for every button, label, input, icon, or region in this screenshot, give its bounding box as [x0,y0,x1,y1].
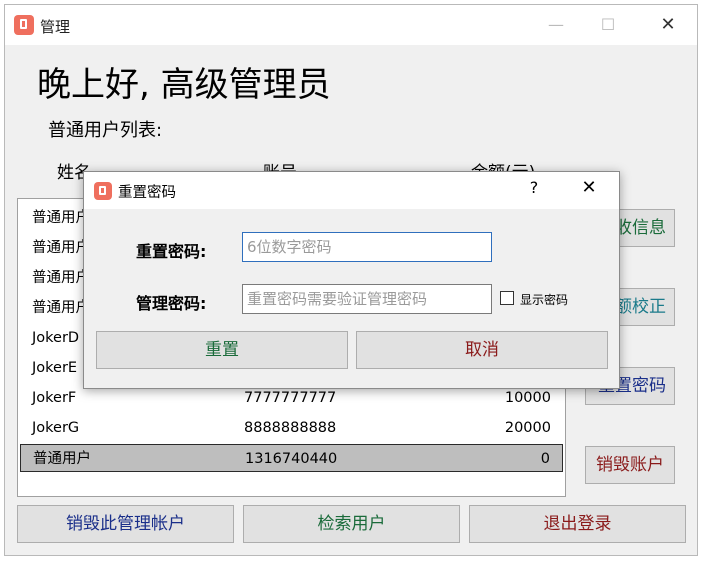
row-name: JokerD [32,330,80,346]
title-bar: 管理 — ☐ ✕ [5,5,697,45]
show-password-checkbox[interactable] [500,291,514,305]
maximize-icon[interactable]: ☐ [585,5,631,45]
dialog-title-bar: 重置密码 ? ✕ [84,172,619,209]
close-icon[interactable]: ✕ [645,5,691,45]
dialog-close-icon[interactable]: ✕ [579,177,599,198]
new-password-input[interactable] [242,232,492,262]
help-icon[interactable]: ? [524,178,544,197]
reset-button[interactable]: 重置 [96,331,348,369]
destroy-account-button[interactable]: 销毁账户 [585,446,675,484]
row-account: 1316740440 [245,451,338,467]
cancel-button[interactable]: 取消 [356,331,608,369]
greeting-heading: 晚上好, 高级管理员 [37,65,331,105]
minimize-icon[interactable]: — [533,5,579,45]
row-name: JokerF [32,390,77,406]
row-name: 普通用户 [32,270,90,286]
admin-password-input[interactable] [242,284,492,314]
row-name: 普通用户 [32,210,90,226]
row-balance: 20000 [504,420,551,436]
destroy-admin-account-button[interactable]: 销毁此管理帐户 [17,505,234,543]
row-name: 普通用户 [33,451,91,467]
new-password-label: 重置密码: [136,242,207,261]
row-name: JokerG [32,420,80,436]
list-row[interactable]: JokerG 8888888888 20000 [20,414,563,442]
search-user-button[interactable]: 检索用户 [243,505,460,543]
row-balance: 0 [540,451,550,467]
logout-button[interactable]: 退出登录 [469,505,686,543]
show-password-label[interactable]: 显示密码 [520,291,568,308]
app-icon [14,15,34,35]
row-name: JokerE [32,360,78,376]
dialog-title: 重置密码 [118,185,176,201]
reset-password-dialog: 重置密码 ? ✕ 重置密码: 管理密码: 显示密码 重置 取消 [83,171,620,389]
row-account: 8888888888 [244,420,337,436]
list-caption: 普通用户列表: [48,120,163,141]
row-name: 普通用户 [32,240,90,256]
list-row[interactable]: 普通用户 1316740440 0 [20,444,563,472]
admin-password-label: 管理密码: [136,294,207,313]
window-title: 管理 [40,18,71,36]
row-name: 普通用户 [32,300,90,316]
dialog-app-icon [94,182,112,200]
